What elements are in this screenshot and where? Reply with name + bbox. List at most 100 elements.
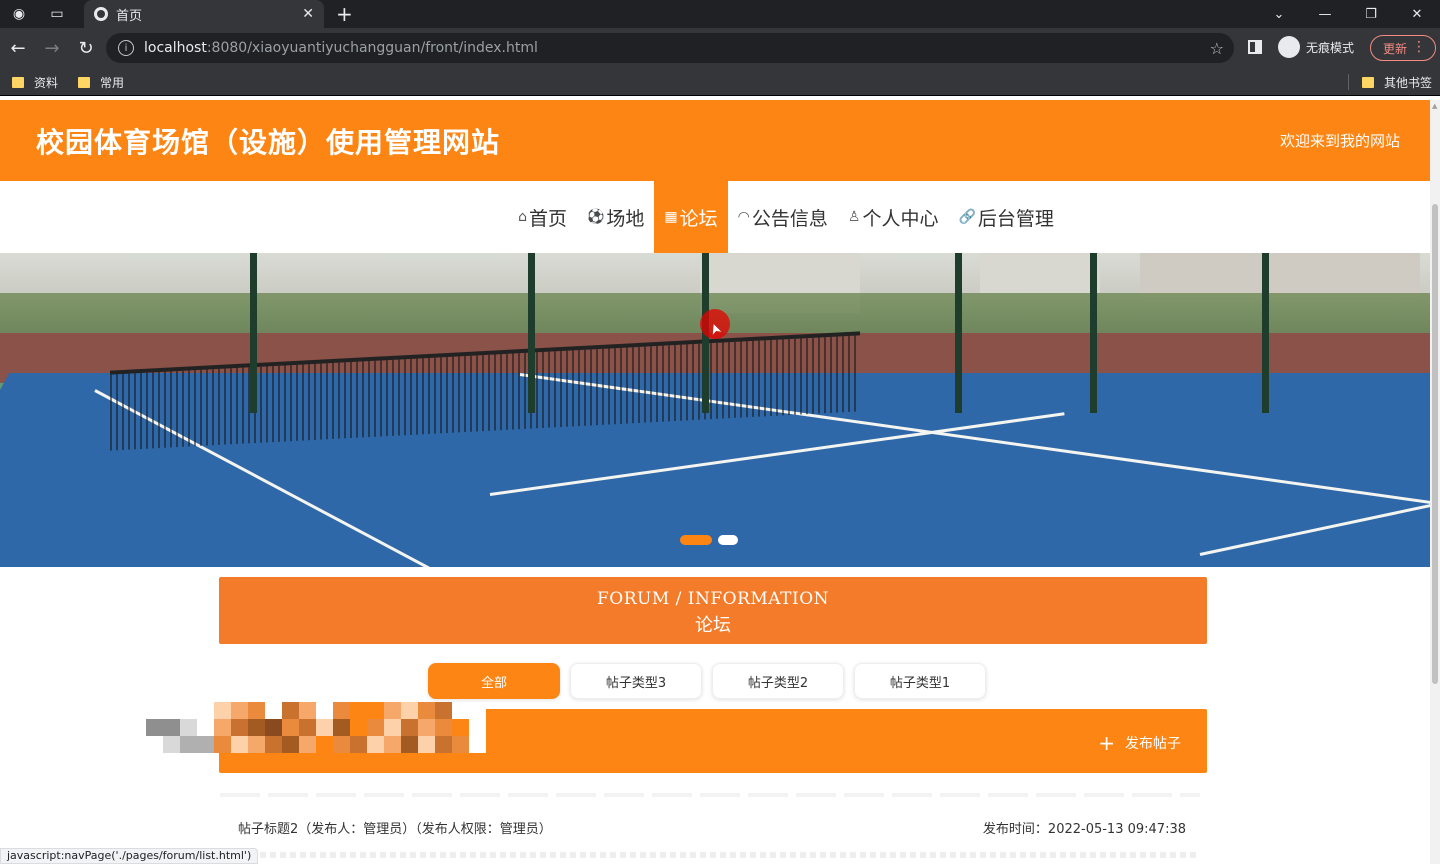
publish-label: 发布帖子 bbox=[1125, 736, 1181, 752]
mosaic-cell bbox=[163, 736, 180, 753]
mosaic-cell bbox=[299, 736, 316, 753]
nav-label: 首页 bbox=[528, 207, 567, 230]
tab-search-icon[interactable]: ▭ bbox=[38, 0, 76, 28]
url-host: localhost bbox=[144, 40, 207, 56]
site-info-icon[interactable]: i bbox=[118, 40, 134, 56]
mosaic-cell bbox=[214, 736, 231, 753]
divider bbox=[220, 793, 1200, 797]
url-path: :8080/xiaoyuantiyuchangguan/front/index.… bbox=[206, 40, 538, 56]
update-button[interactable]: 更新 ⋮ bbox=[1370, 35, 1436, 61]
mosaic-cell bbox=[316, 702, 333, 719]
carousel-dot[interactable] bbox=[718, 535, 738, 545]
bookmark-folder-changyong[interactable]: 常用 bbox=[78, 74, 124, 91]
mosaic-cell bbox=[146, 736, 163, 753]
mosaic-cell bbox=[231, 719, 248, 736]
mosaic-cell bbox=[435, 702, 452, 719]
mosaic-cell bbox=[401, 719, 418, 736]
publish-post-button[interactable]: + 发布帖子 bbox=[1098, 733, 1181, 753]
bookmark-label: 常用 bbox=[100, 76, 125, 90]
mosaic-cell bbox=[282, 736, 299, 753]
nav-item-admin[interactable]: 🔗 后台管理 bbox=[948, 181, 1063, 253]
mosaic-cell bbox=[299, 702, 316, 719]
fence-post bbox=[955, 253, 962, 413]
carousel-banner[interactable] bbox=[0, 253, 1430, 567]
nav-item-home[interactable]: ⌂ 首页 bbox=[508, 181, 577, 253]
fence-post bbox=[528, 253, 535, 413]
mosaic-cell bbox=[333, 702, 350, 719]
mosaic-cell bbox=[435, 719, 452, 736]
scrollbar-thumb[interactable] bbox=[1432, 204, 1438, 684]
welcome-text: 欢迎来到我的网站 bbox=[1279, 132, 1400, 150]
mouse-cursor-highlight bbox=[700, 309, 730, 339]
mosaic-cell bbox=[384, 719, 401, 736]
incognito-label: 无痕模式 bbox=[1306, 40, 1355, 55]
close-window-icon[interactable]: ✕ bbox=[1394, 0, 1440, 28]
mosaic-cell bbox=[282, 719, 299, 736]
nav-label: 论坛 bbox=[679, 207, 718, 230]
carousel-indicators bbox=[680, 535, 738, 545]
nav-item-venue[interactable]: ⚽ 场地 bbox=[577, 181, 654, 253]
incognito-icon bbox=[1278, 36, 1300, 58]
carousel-dot-active[interactable] bbox=[680, 535, 712, 545]
address-bar[interactable]: i localhost:8080/xiaoyuantiyuchangguan/f… bbox=[106, 33, 1234, 63]
tab-list-icon[interactable]: ⌄ bbox=[1256, 0, 1302, 28]
mosaic-cell bbox=[367, 702, 384, 719]
scroll-up-icon[interactable]: ▲ bbox=[1432, 102, 1437, 110]
mosaic-cell bbox=[197, 702, 214, 719]
filter-type1-button[interactable]: 帖子类型1 bbox=[854, 663, 986, 699]
minimize-icon[interactable]: — bbox=[1302, 0, 1348, 28]
mosaic-cell bbox=[231, 736, 248, 753]
page-scrollbar[interactable]: ▲ bbox=[1430, 100, 1440, 864]
nav-item-profile[interactable]: ♙ 个人中心 bbox=[838, 181, 949, 253]
side-panel-icon[interactable] bbox=[1248, 40, 1262, 54]
restore-icon[interactable]: ❐ bbox=[1348, 0, 1394, 28]
browser-profile-icon[interactable]: ◉ bbox=[0, 0, 38, 28]
nav-label: 个人中心 bbox=[862, 207, 939, 230]
filter-all-button[interactable]: 全部 bbox=[428, 663, 560, 699]
mosaic-cell bbox=[384, 702, 401, 719]
back-icon[interactable]: ← bbox=[2, 32, 34, 64]
filter-type3-button[interactable]: 帖子类型3 bbox=[570, 663, 702, 699]
mosaic-cell bbox=[231, 702, 248, 719]
mosaic-cell bbox=[401, 736, 418, 753]
forward-icon[interactable]: → bbox=[36, 32, 68, 64]
mosaic-cell bbox=[248, 736, 265, 753]
bookmark-folder-ziliao[interactable]: 资料 bbox=[12, 74, 58, 91]
mosaic-cell bbox=[146, 719, 163, 736]
update-label: 更新 bbox=[1383, 41, 1408, 56]
reload-icon[interactable]: ↻ bbox=[70, 32, 102, 64]
mosaic-cell bbox=[333, 719, 350, 736]
post-list-item[interactable]: 帖子标题2（发布人：管理员）（发布人权限：管理员） 发布时间：2022-05-1… bbox=[238, 818, 1186, 837]
bookmark-label: 资料 bbox=[34, 76, 59, 90]
mosaic-cell bbox=[299, 719, 316, 736]
mosaic-cell bbox=[452, 736, 469, 753]
incognito-indicator[interactable]: 无痕模式 bbox=[1278, 36, 1354, 58]
mosaic-cell bbox=[146, 702, 163, 719]
browser-tab[interactable]: 首页 ✕ bbox=[84, 0, 324, 28]
bookmarks-divider bbox=[1348, 74, 1349, 90]
forum-heading-en: FORUM / INFORMATION bbox=[596, 589, 830, 609]
post-title[interactable]: 帖子标题2（发布人：管理员）（发布人权限：管理员） bbox=[238, 818, 552, 837]
fence-post bbox=[1090, 253, 1097, 413]
bookmark-star-icon[interactable]: ☆ bbox=[1210, 39, 1224, 58]
mosaic-cell bbox=[265, 719, 282, 736]
post-time: 发布时间：2022-05-13 09:47:38 bbox=[982, 822, 1186, 837]
mosaic-cell bbox=[197, 736, 214, 753]
fence-post bbox=[1262, 253, 1269, 413]
forum-icon: ▦ bbox=[664, 209, 678, 225]
new-tab-icon[interactable]: + bbox=[336, 2, 353, 26]
mosaic-cell bbox=[180, 719, 197, 736]
browser-toolbar: ← → ↻ i localhost:8080/xiaoyuantiyuchang… bbox=[0, 28, 1440, 68]
mosaic-cell bbox=[401, 702, 418, 719]
other-bookmarks[interactable]: 其他书签 bbox=[1362, 74, 1432, 91]
close-tab-icon[interactable]: ✕ bbox=[302, 6, 314, 22]
mosaic-cell bbox=[435, 736, 452, 753]
mosaic-cell bbox=[248, 719, 265, 736]
divider bbox=[220, 852, 1200, 858]
filter-type2-button[interactable]: 帖子类型2 bbox=[712, 663, 844, 699]
nav-item-forum[interactable]: ▦ 论坛 bbox=[654, 181, 728, 253]
nav-item-notice[interactable]: ◠ 公告信息 bbox=[728, 181, 838, 253]
main-nav: ⌂ 首页 ⚽ 场地 ▦ 论坛 ◠ 公告信息 ♙ 个人中心 🔗 后台管理 bbox=[0, 181, 1430, 253]
mosaic-cell bbox=[350, 702, 367, 719]
link-icon: 🔗 bbox=[958, 209, 976, 225]
